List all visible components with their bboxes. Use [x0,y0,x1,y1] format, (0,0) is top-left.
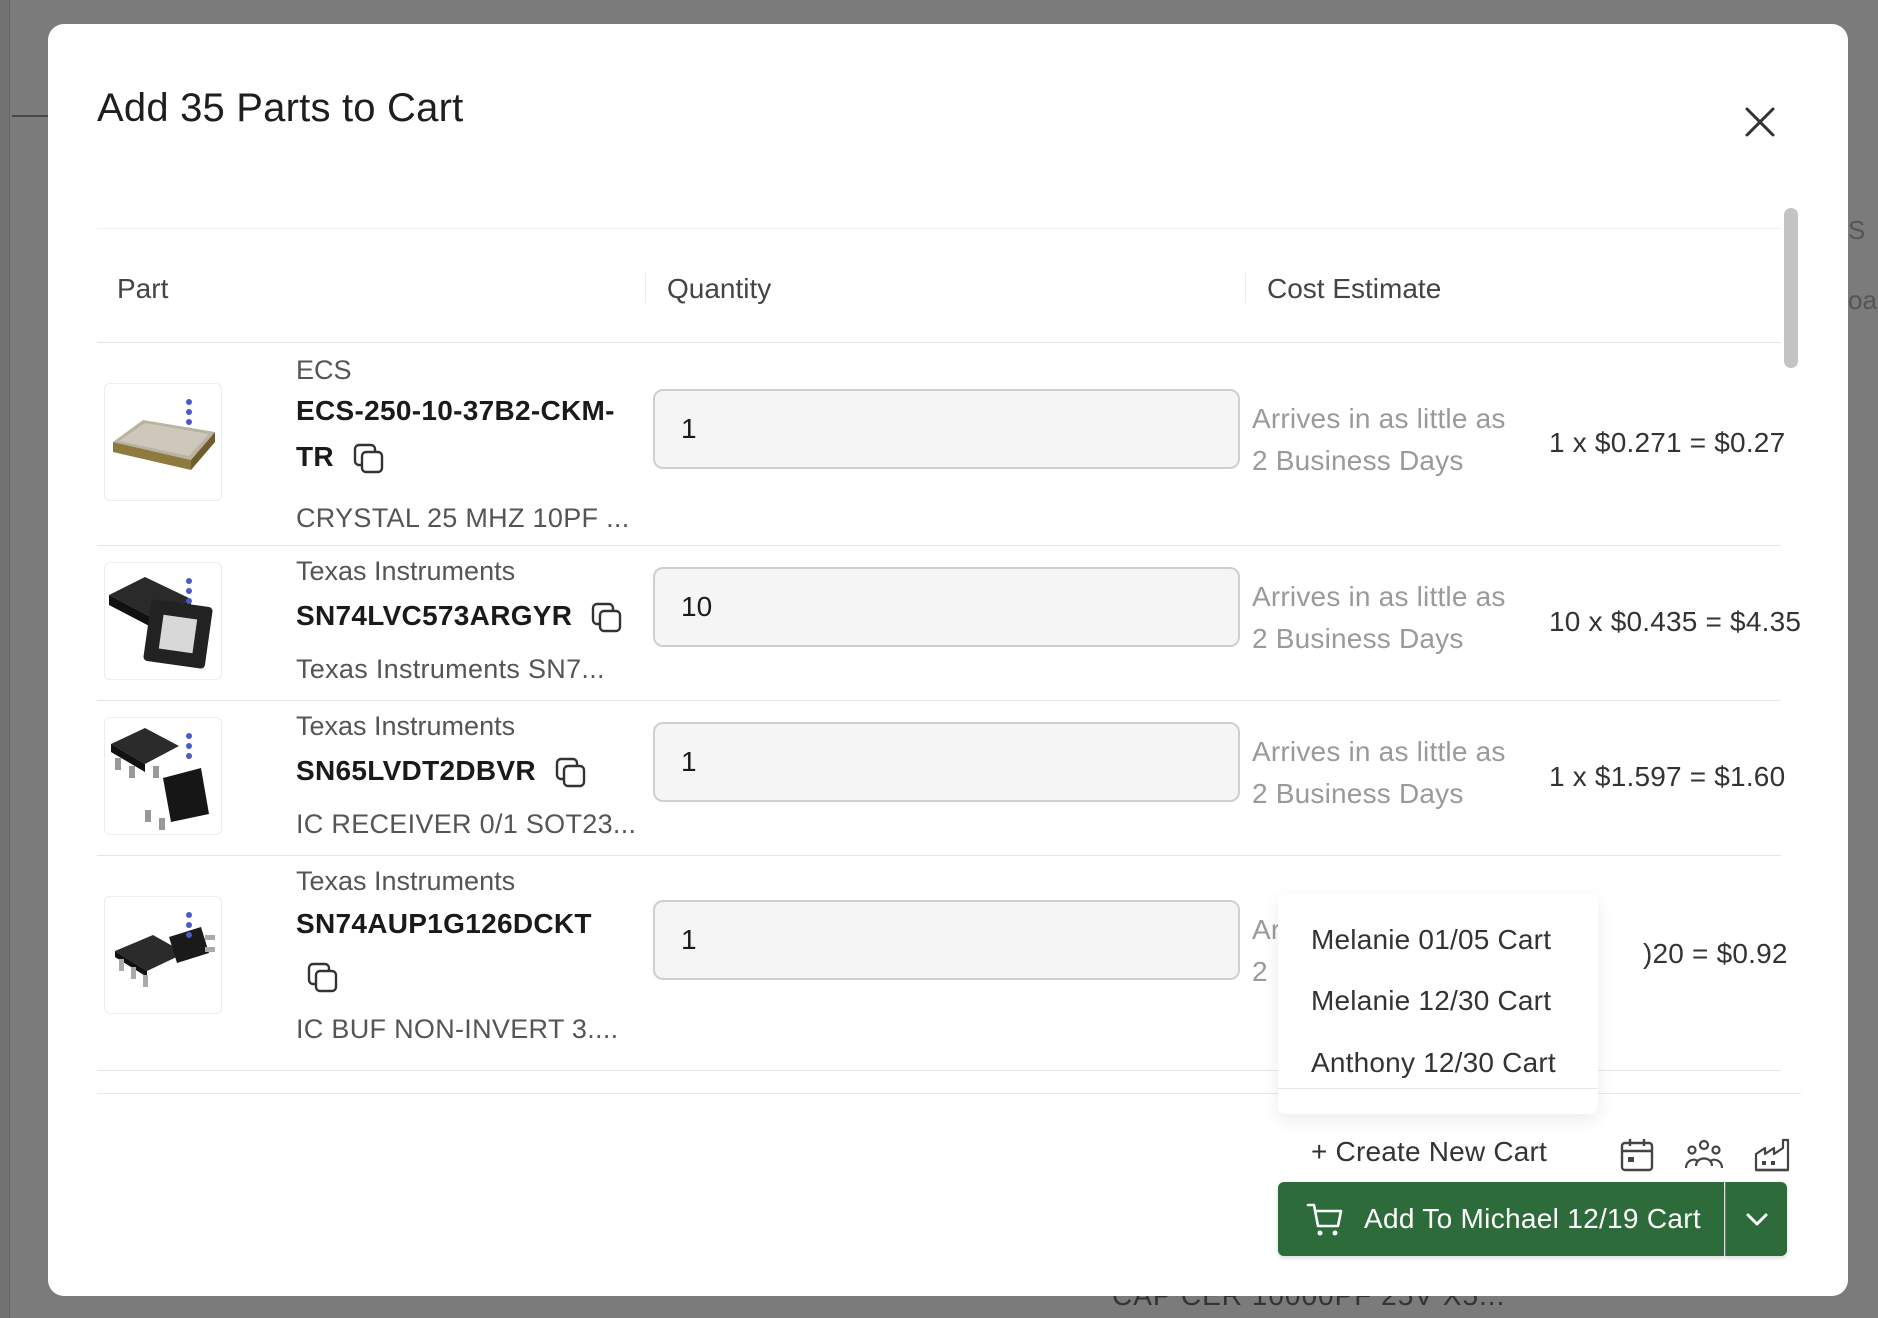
delivery-estimate-line: Arrives in as little as [1252,403,1506,434]
cart-option-melanie-1230[interactable]: Melanie 12/30 Cart [1311,985,1551,1017]
close-icon [1745,107,1775,137]
add-to-cart-button[interactable]: Add To Michael 12/19 Cart [1278,1182,1724,1256]
modal-title: Add 35 Parts to Cart [97,86,464,130]
backdrop-divider [12,115,52,117]
part-description: IC BUF NON-INVERT 3.... [296,1014,619,1044]
part-image [104,896,222,1014]
copy-icon[interactable] [306,961,340,995]
delivery-estimate: Arrives in as little as 2 Business Days [1252,398,1506,482]
backdrop-text-fragment: oa [1848,285,1877,315]
team-icon[interactable] [1685,1136,1723,1174]
table-header: Part Quantity Cost Estimate [97,228,1781,343]
table-scrollbar[interactable] [1784,208,1798,368]
part-manufacturer: Texas Instruments [296,711,516,741]
part-number: ECS-250-10-37B2-CKM- [296,395,615,426]
part-description: IC RECEIVER 0/1 SOT23... [296,809,637,839]
copy-icon[interactable] [590,601,624,635]
close-button[interactable] [1738,100,1782,144]
cost-estimate: )20 = $0.92 [1643,938,1788,969]
cart-icon [1306,1203,1343,1236]
part-number-wrap: TR [296,441,334,472]
column-divider [645,273,646,303]
delivery-estimate-line: 2 Business Days [1252,623,1464,654]
part-manufacturer: Texas Instruments [296,556,516,586]
part-description: Texas Instruments SN7... [296,654,605,684]
chevron-down-icon [1746,1213,1767,1226]
part-number: SN65LVDT2DBVR [296,755,588,790]
copy-icon[interactable] [352,442,386,476]
create-new-cart-button[interactable]: + Create New Cart [1311,1136,1547,1168]
cart-dropdown-menu: Melanie 01/05 Cart Melanie 12/30 Cart An… [1278,894,1598,1114]
delivery-estimate-line: Arrives in as little as [1252,736,1506,767]
part-description: CRYSTAL 25 MHZ 10PF ... [296,503,630,533]
cost-estimate: 10 x $0.435 = $4.35 [1549,606,1802,637]
cost-estimate: 1 x $0.271 = $0.27 [1549,427,1786,458]
part-manufacturer: ECS [296,355,352,385]
delivery-estimate: Arrives in as little as 2 Business Days [1252,731,1506,815]
column-header-quantity: Quantity [667,273,772,304]
quantity-input[interactable] [653,900,1240,980]
part-number-continued: TR [296,441,386,476]
add-to-cart-label: Add To Michael 12/19 Cart [1364,1203,1701,1234]
quantity-input[interactable] [653,722,1240,802]
quantity-input[interactable] [653,389,1240,469]
delivery-estimate: Arrives in as little as 2 Business Days [1252,576,1506,660]
column-header-cost-estimate: Cost Estimate [1267,273,1442,304]
table-row: ECS ECS-250-10-37B2-CKM- TR CRYSTAL 25 M… [97,343,1785,546]
part-number: SN74AUP1G126DCKT [296,908,592,939]
part-manufacturer: Texas Instruments [296,866,516,896]
part-number: SN74LVC573ARGYR [296,600,624,635]
part-number-text: SN65LVDT2DBVR [296,755,536,786]
add-parts-modal: Add 35 Parts to Cart Part Quantity Cost … [48,24,1848,1296]
quantity-input[interactable] [653,567,1240,647]
table-row: Texas Instruments SN74LVC573ARGYR Texas … [97,546,1801,701]
part-image [104,717,222,835]
delivery-estimate-line: 2 Business Days [1252,778,1464,809]
cart-selector-toggle[interactable] [1725,1182,1787,1256]
backdrop-text-fragment: S [1848,215,1866,245]
factory-icon[interactable] [1753,1136,1791,1174]
delivery-estimate-line: 2 Business Days [1252,445,1464,476]
part-number-text: SN74LVC573ARGYR [296,600,573,631]
column-header-part: Part [117,273,169,304]
delivery-estimate-line: Arrives in as little as [1252,581,1506,612]
copy-icon[interactable] [554,756,588,790]
dropdown-divider [1278,1088,1598,1089]
cart-option-anthony-1230[interactable]: Anthony 12/30 Cart [1311,1047,1556,1079]
cart-option-melanie-0105[interactable]: Melanie 01/05 Cart [1311,924,1551,956]
table-row: Texas Instruments SN65LVDT2DBVR IC RECEI… [97,701,1785,856]
column-divider [1245,273,1246,303]
part-image [104,562,222,680]
part-image [104,383,222,501]
cost-estimate: 1 x $1.597 = $1.60 [1549,761,1786,792]
backdrop-left-edge [0,0,10,1318]
calendar-icon[interactable] [1618,1136,1656,1174]
part-number-copy [306,960,340,995]
